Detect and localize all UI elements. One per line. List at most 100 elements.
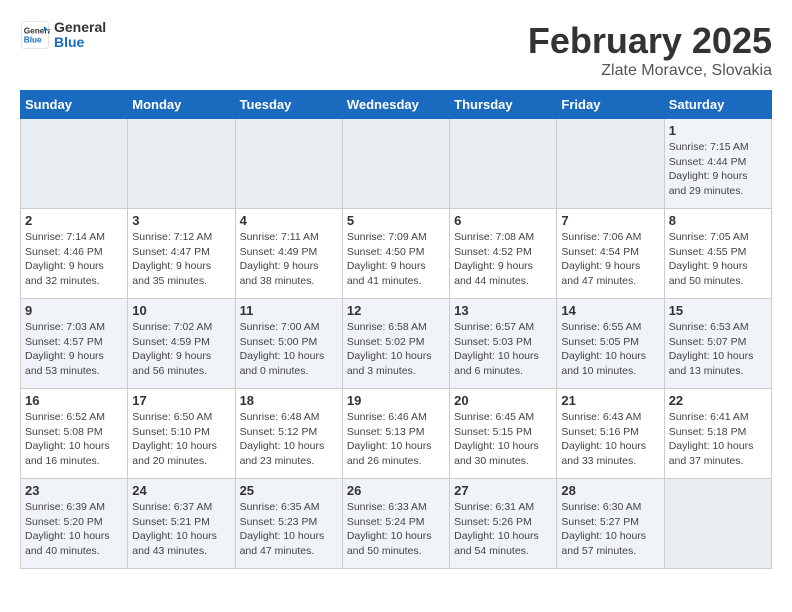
- day-number: 22: [669, 393, 767, 408]
- day-info: Sunrise: 7:08 AM Sunset: 4:52 PM Dayligh…: [454, 230, 552, 289]
- day-number: 28: [561, 483, 659, 498]
- day-info: Sunrise: 6:30 AM Sunset: 5:27 PM Dayligh…: [561, 500, 659, 559]
- day-info: Sunrise: 6:35 AM Sunset: 5:23 PM Dayligh…: [240, 500, 338, 559]
- day-number: 12: [347, 303, 445, 318]
- calendar-cell: 7 Sunrise: 7:06 AM Sunset: 4:54 PM Daylig…: [557, 209, 664, 299]
- day-number: 10: [132, 303, 230, 318]
- calendar-cell: 9 Sunrise: 7:03 AM Sunset: 4:57 PM Daylig…: [21, 299, 128, 389]
- day-info: Sunrise: 6:53 AM Sunset: 5:07 PM Dayligh…: [669, 320, 767, 379]
- day-number: 20: [454, 393, 552, 408]
- day-info: Sunrise: 6:41 AM Sunset: 5:18 PM Dayligh…: [669, 410, 767, 469]
- week-row-2: 2 Sunrise: 7:14 AM Sunset: 4:46 PM Daylig…: [21, 209, 772, 299]
- day-number: 1: [669, 123, 767, 138]
- day-info: Sunrise: 6:37 AM Sunset: 5:21 PM Dayligh…: [132, 500, 230, 559]
- week-row-5: 23Sunrise: 6:39 AM Sunset: 5:20 PM Dayli…: [21, 479, 772, 569]
- weekday-header-friday: Friday: [557, 91, 664, 119]
- day-info: Sunrise: 7:03 AM Sunset: 4:57 PM Dayligh…: [25, 320, 123, 379]
- calendar-cell: 21 Sunrise: 6:43 AM Sunset: 5:16 PM Dayli…: [557, 389, 664, 479]
- calendar-cell: [557, 119, 664, 209]
- day-number: 19: [347, 393, 445, 408]
- calendar-cell: 12 Sunrise: 6:58 AM Sunset: 5:02 PM Dayli…: [342, 299, 449, 389]
- day-number: 15: [669, 303, 767, 318]
- weekday-header-saturday: Saturday: [664, 91, 771, 119]
- weekday-header-sunday: Sunday: [21, 91, 128, 119]
- day-number: 26: [347, 483, 445, 498]
- day-number: 21: [561, 393, 659, 408]
- calendar-cell: 4 Sunrise: 7:11 AM Sunset: 4:49 PM Daylig…: [235, 209, 342, 299]
- calendar-cell: [450, 119, 557, 209]
- day-info: Sunrise: 7:05 AM Sunset: 4:55 PM Dayligh…: [669, 230, 767, 289]
- day-number: 17: [132, 393, 230, 408]
- calendar-cell: 18Sunrise: 6:48 AM Sunset: 5:12 PM Dayli…: [235, 389, 342, 479]
- day-number: 9: [25, 303, 123, 318]
- calendar-cell: 11 Sunrise: 7:00 AM Sunset: 5:00 PM Dayli…: [235, 299, 342, 389]
- day-info: Sunrise: 6:57 AM Sunset: 5:03 PM Dayligh…: [454, 320, 552, 379]
- day-info: Sunrise: 6:55 AM Sunset: 5:05 PM Dayligh…: [561, 320, 659, 379]
- day-number: 16: [25, 393, 123, 408]
- calendar-cell: 3 Sunrise: 7:12 AM Sunset: 4:47 PM Daylig…: [128, 209, 235, 299]
- day-number: 7: [561, 213, 659, 228]
- day-number: 14: [561, 303, 659, 318]
- calendar-cell: 8 Sunrise: 7:05 AM Sunset: 4:55 PM Daylig…: [664, 209, 771, 299]
- logo-icon: General Blue: [20, 20, 50, 50]
- day-info: Sunrise: 6:46 AM Sunset: 5:13 PM Dayligh…: [347, 410, 445, 469]
- logo-general: General: [54, 20, 106, 35]
- calendar-cell: 16 Sunrise: 6:52 AM Sunset: 5:08 PM Dayli…: [21, 389, 128, 479]
- day-number: 8: [669, 213, 767, 228]
- calendar-cell: 24 Sunrise: 6:37 AM Sunset: 5:21 PM Dayli…: [128, 479, 235, 569]
- day-number: 6: [454, 213, 552, 228]
- day-info: Sunrise: 7:15 AM Sunset: 4:44 PM Dayligh…: [669, 140, 767, 199]
- day-info: Sunrise: 7:02 AM Sunset: 4:59 PM Dayligh…: [132, 320, 230, 379]
- day-info: Sunrise: 6:33 AM Sunset: 5:24 PM Dayligh…: [347, 500, 445, 559]
- day-info: Sunrise: 7:11 AM Sunset: 4:49 PM Dayligh…: [240, 230, 338, 289]
- day-number: 27: [454, 483, 552, 498]
- svg-text:Blue: Blue: [24, 36, 42, 45]
- weekday-header-wednesday: Wednesday: [342, 91, 449, 119]
- day-info: Sunrise: 6:50 AM Sunset: 5:10 PM Dayligh…: [132, 410, 230, 469]
- calendar-cell: 26 Sunrise: 6:33 AM Sunset: 5:24 PM Dayli…: [342, 479, 449, 569]
- day-info: Sunrise: 6:58 AM Sunset: 5:02 PM Dayligh…: [347, 320, 445, 379]
- calendar-cell: 23Sunrise: 6:39 AM Sunset: 5:20 PM Dayli…: [21, 479, 128, 569]
- calendar-cell: 13Sunrise: 6:57 AM Sunset: 5:03 PM Dayli…: [450, 299, 557, 389]
- day-number: 11: [240, 303, 338, 318]
- calendar-cell: 27 Sunrise: 6:31 AM Sunset: 5:26 PM Dayli…: [450, 479, 557, 569]
- day-info: Sunrise: 6:45 AM Sunset: 5:15 PM Dayligh…: [454, 410, 552, 469]
- calendar-cell: 6 Sunrise: 7:08 AM Sunset: 4:52 PM Daylig…: [450, 209, 557, 299]
- calendar-subtitle: Zlate Moravce, Slovakia: [528, 62, 772, 80]
- svg-text:General: General: [24, 27, 50, 36]
- calendar-title: February 2025: [528, 20, 772, 62]
- day-info: Sunrise: 6:31 AM Sunset: 5:26 PM Dayligh…: [454, 500, 552, 559]
- logo: General Blue General Blue: [20, 20, 106, 51]
- calendar-cell: 25 Sunrise: 6:35 AM Sunset: 5:23 PM Dayli…: [235, 479, 342, 569]
- calendar-cell: 15 Sunrise: 6:53 AM Sunset: 5:07 PM Dayli…: [664, 299, 771, 389]
- logo-blue: Blue: [54, 35, 106, 50]
- page-header: General Blue General Blue February 2025 …: [20, 20, 772, 80]
- day-number: 25: [240, 483, 338, 498]
- day-info: Sunrise: 7:09 AM Sunset: 4:50 PM Dayligh…: [347, 230, 445, 289]
- day-info: Sunrise: 6:52 AM Sunset: 5:08 PM Dayligh…: [25, 410, 123, 469]
- day-info: Sunrise: 6:43 AM Sunset: 5:16 PM Dayligh…: [561, 410, 659, 469]
- day-number: 2: [25, 213, 123, 228]
- day-info: Sunrise: 6:39 AM Sunset: 5:20 PM Dayligh…: [25, 500, 123, 559]
- day-info: Sunrise: 7:14 AM Sunset: 4:46 PM Dayligh…: [25, 230, 123, 289]
- week-row-3: 9 Sunrise: 7:03 AM Sunset: 4:57 PM Daylig…: [21, 299, 772, 389]
- calendar-cell: 2 Sunrise: 7:14 AM Sunset: 4:46 PM Daylig…: [21, 209, 128, 299]
- day-number: 24: [132, 483, 230, 498]
- calendar-cell: 1 Sunrise: 7:15 AM Sunset: 4:44 PM Daylig…: [664, 119, 771, 209]
- day-info: Sunrise: 7:00 AM Sunset: 5:00 PM Dayligh…: [240, 320, 338, 379]
- day-info: Sunrise: 7:12 AM Sunset: 4:47 PM Dayligh…: [132, 230, 230, 289]
- title-section: February 2025 Zlate Moravce, Slovakia: [528, 20, 772, 80]
- weekday-header-monday: Monday: [128, 91, 235, 119]
- day-number: 3: [132, 213, 230, 228]
- day-info: Sunrise: 7:06 AM Sunset: 4:54 PM Dayligh…: [561, 230, 659, 289]
- calendar-cell: [664, 479, 771, 569]
- calendar-cell: 28 Sunrise: 6:30 AM Sunset: 5:27 PM Dayli…: [557, 479, 664, 569]
- calendar-cell: 22 Sunrise: 6:41 AM Sunset: 5:18 PM Dayli…: [664, 389, 771, 479]
- day-number: 5: [347, 213, 445, 228]
- calendar-table: SundayMondayTuesdayWednesdayThursdayFrid…: [20, 90, 772, 569]
- day-number: 4: [240, 213, 338, 228]
- day-number: 18: [240, 393, 338, 408]
- weekday-header-tuesday: Tuesday: [235, 91, 342, 119]
- calendar-cell: 5 Sunrise: 7:09 AM Sunset: 4:50 PM Daylig…: [342, 209, 449, 299]
- calendar-cell: 17 Sunrise: 6:50 AM Sunset: 5:10 PM Dayli…: [128, 389, 235, 479]
